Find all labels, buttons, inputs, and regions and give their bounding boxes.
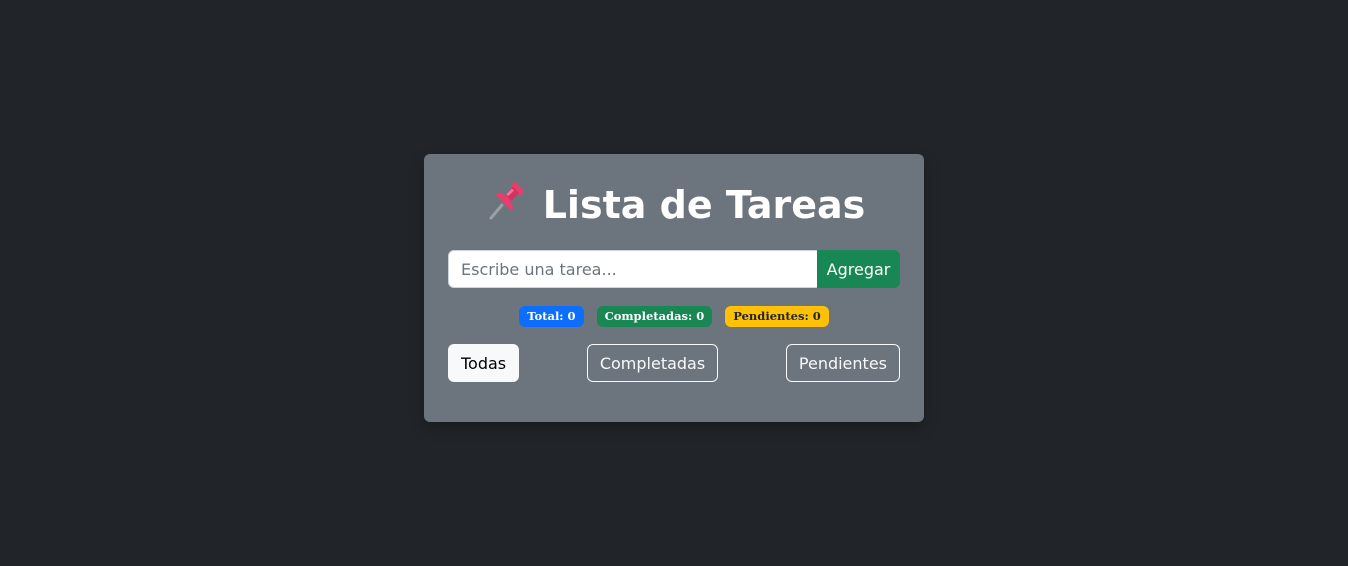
filter-buttons: Todas Completadas Pendientes <box>448 344 900 382</box>
pending-badge: Pendientes: 0 <box>725 306 829 327</box>
stats-badges: Total: 0 Completadas: 0 Pendientes: 0 <box>424 306 924 327</box>
pushpin-icon <box>483 180 527 224</box>
filter-completed-button[interactable]: Completadas <box>586 344 719 382</box>
completed-badge: Completadas: 0 <box>596 306 713 327</box>
page-title: Lista de Tareas <box>424 180 924 229</box>
task-input-group: Agregar <box>448 250 900 288</box>
total-badge: Total: 0 <box>519 306 584 327</box>
todo-card: Lista de Tareas Agregar Total: 0 Complet… <box>424 154 924 422</box>
filter-pending-button[interactable]: Pendientes <box>785 344 900 382</box>
filter-all-button[interactable]: Todas <box>448 344 520 382</box>
add-task-button[interactable]: Agregar <box>817 250 900 288</box>
title-text: Lista de Tareas <box>542 183 866 227</box>
task-input[interactable] <box>448 250 817 288</box>
